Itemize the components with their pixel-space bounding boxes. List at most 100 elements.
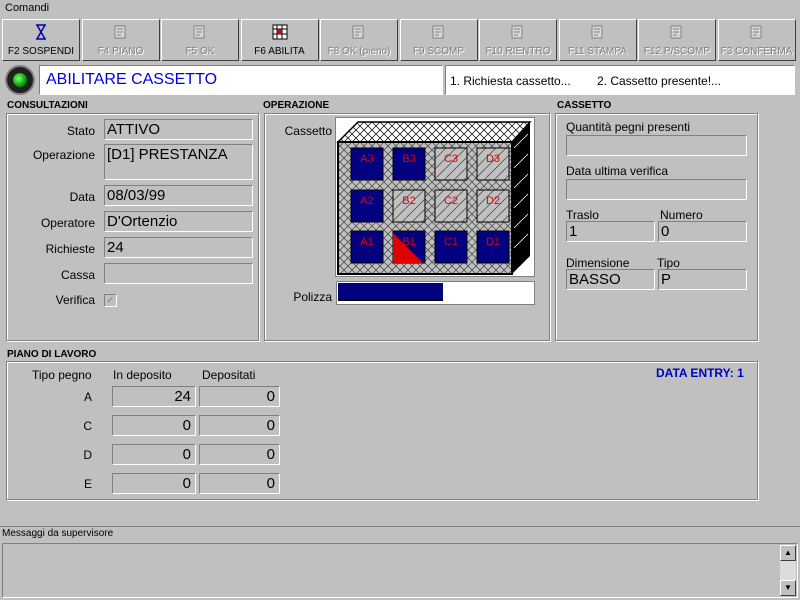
title-row: ABILITARE CASSETTO 1. Richiesta cassetto… [0,62,800,96]
cassetto-cell-label: A3 [360,153,373,165]
cassetto-cell-label: D1 [486,236,500,248]
toolbar-button-label: F10 RIENTRO [485,46,551,57]
traslo-field: 1 [566,221,655,242]
hand-ok-full-icon [321,24,397,42]
step-1: 1. Richiesta cassetto... [450,74,571,88]
cassetto-cell-b1[interactable]: B1 [392,230,426,264]
piano-row-depositati: 0 [199,386,280,407]
f11-stampa-button[interactable]: F11 STAMPA [558,19,637,61]
toolbar: F2 SOSPENDI F4 PIANO F5 OK F6 ABILITA F8 OK … [0,19,800,61]
section-piano-title: PIANO DI LAVORO [7,349,97,360]
cassetto-cell-label: B3 [402,153,415,165]
cassetto-cell-d3[interactable]: D3 [476,147,510,181]
cassetto-cell-label: C1 [444,236,458,248]
col-tipo-header: Tipo pegno [32,368,92,382]
hand-ok-icon [162,24,238,42]
cassetto-cell-c1[interactable]: C1 [434,230,468,264]
cassetto-cell-label: C3 [444,153,458,165]
f12-p-scomp-button[interactable]: F12 P/SCOMP [638,19,716,61]
section-cassetto-title: CASSETTO [557,100,612,111]
cassetto-cell-b2[interactable]: B2 [392,189,426,223]
p-scomp-icon [639,24,715,42]
dimensione-label: Dimensione [566,256,630,270]
cassetto-cell-c2[interactable]: C2 [434,189,468,223]
polizza-label: Polizza [293,290,332,304]
cassetto-cell-label: B1 [402,236,415,248]
cassetto-cell-c3[interactable]: C3 [434,147,468,181]
cassetto-cell-label: A2 [360,195,373,207]
richieste-field: 24 [104,237,253,258]
status-led-icon [5,65,35,95]
f6-abilita-button[interactable]: F6 ABILITA [240,19,319,61]
operazione-label: Operazione [32,148,95,162]
verifica-label: Verifica [55,293,95,307]
data-verifica-label: Data ultima verifica [566,164,669,178]
cassetto-cell-label: C2 [444,195,458,207]
col-depositati-header: Depositati [202,368,256,382]
messages-scrollbar[interactable]: ▲ ▼ [780,545,796,596]
cassetto-cell-d1[interactable]: D1 [476,230,510,264]
f9-scomp-button[interactable]: F9 SCOMP [399,19,478,61]
menu-bar: Comandi [0,0,800,18]
toolbar-button-label: F11 STAMPA [568,46,627,57]
toolbar-button-label: F12 P/SCOMP [643,46,711,57]
polizza-progress-fill [338,283,443,301]
menu-comandi[interactable]: Comandi [5,2,49,14]
piano-row-depositati: 0 [199,415,280,436]
scroll-down-button[interactable]: ▼ [780,580,796,596]
section-consultazioni-title: CONSULTAZIONI [7,100,88,111]
f3-conferma-button[interactable]: F3 CONFERMA [717,19,796,61]
cassetto-cell-label: D3 [486,153,500,165]
toolbar-button-label: F6 ABILITA [254,46,305,57]
cassetto-diagram: A3 B3 C3 D3 A2 B2 C2 D2 A1 B1 C1 D1 [335,117,535,277]
tipo-field: P [658,269,747,290]
toolbar-button-label: F9 SCOMP [412,46,465,57]
cassetto-label: Cassetto [284,124,332,138]
return-icon [480,24,556,42]
stato-label: Stato [66,124,95,138]
cassetto-cell-a3[interactable]: A3 [350,147,384,181]
cassetto-cell-b3[interactable]: B3 [392,147,426,181]
f8-ok-pieno-button[interactable]: F8 OK (pieno) [320,19,398,61]
messages-label: Messaggi da supervisore [2,528,114,539]
col-deposito-header: In deposito [113,368,172,382]
stato-field: ATTIVO [104,119,253,140]
piano-row-deposito: 24 [112,386,196,407]
cassetto-cell-a1[interactable]: A1 [350,230,384,264]
printer-icon [560,24,636,42]
f5-ok-button[interactable]: F5 OK [161,19,239,61]
messages-text [3,544,797,548]
scomp-icon [401,24,477,42]
page-title: ABILITARE CASSETTO [46,71,218,88]
verifica-checkbox[interactable]: ✓ [104,294,117,307]
piano-row-depositati: 0 [199,473,280,494]
richieste-label: Richieste [45,242,95,256]
piano-row-tipo: E [83,477,92,491]
numero-field: 0 [658,221,747,242]
f10-rientro-button[interactable]: F10 RIENTRO [479,19,557,61]
f4-piano-button[interactable]: F4 PIANO [81,19,160,61]
cassa-field[interactable] [104,263,253,284]
messages-bar: Messaggi da supervisore [0,526,800,541]
messages-area[interactable]: ▲ ▼ [2,543,798,598]
data-verifica-field [566,179,747,200]
cassetto-cell-d2[interactable]: D2 [476,189,510,223]
operazione-field: [D1] PRESTANZA [104,144,253,180]
quantita-field [566,135,747,156]
numero-label: Numero [660,208,703,222]
piano-row-deposito: 0 [112,473,196,494]
piano-row-tipo: D [83,448,92,462]
steps-box: 1. Richiesta cassetto... 2. Cassetto pre… [445,65,795,95]
section-operazione-title: OPERAZIONE [263,100,330,111]
cassetto-cell-label: D2 [486,195,500,207]
cassetto-cell-a2[interactable]: A2 [350,189,384,223]
cassetto-cell-label: B2 [402,195,415,207]
data-field: 08/03/99 [104,185,253,206]
piano-row-tipo: C [83,419,92,433]
toolbar-button-label: F2 SOSPENDI [7,46,75,57]
toolbar-button-label: F8 OK (pieno) [327,46,391,57]
scroll-up-button[interactable]: ▲ [780,545,796,561]
hourglass-icon [3,24,79,42]
f2-sospendi-button[interactable]: F2 SOSPENDI [2,19,80,61]
tipo-label: Tipo [657,256,680,270]
